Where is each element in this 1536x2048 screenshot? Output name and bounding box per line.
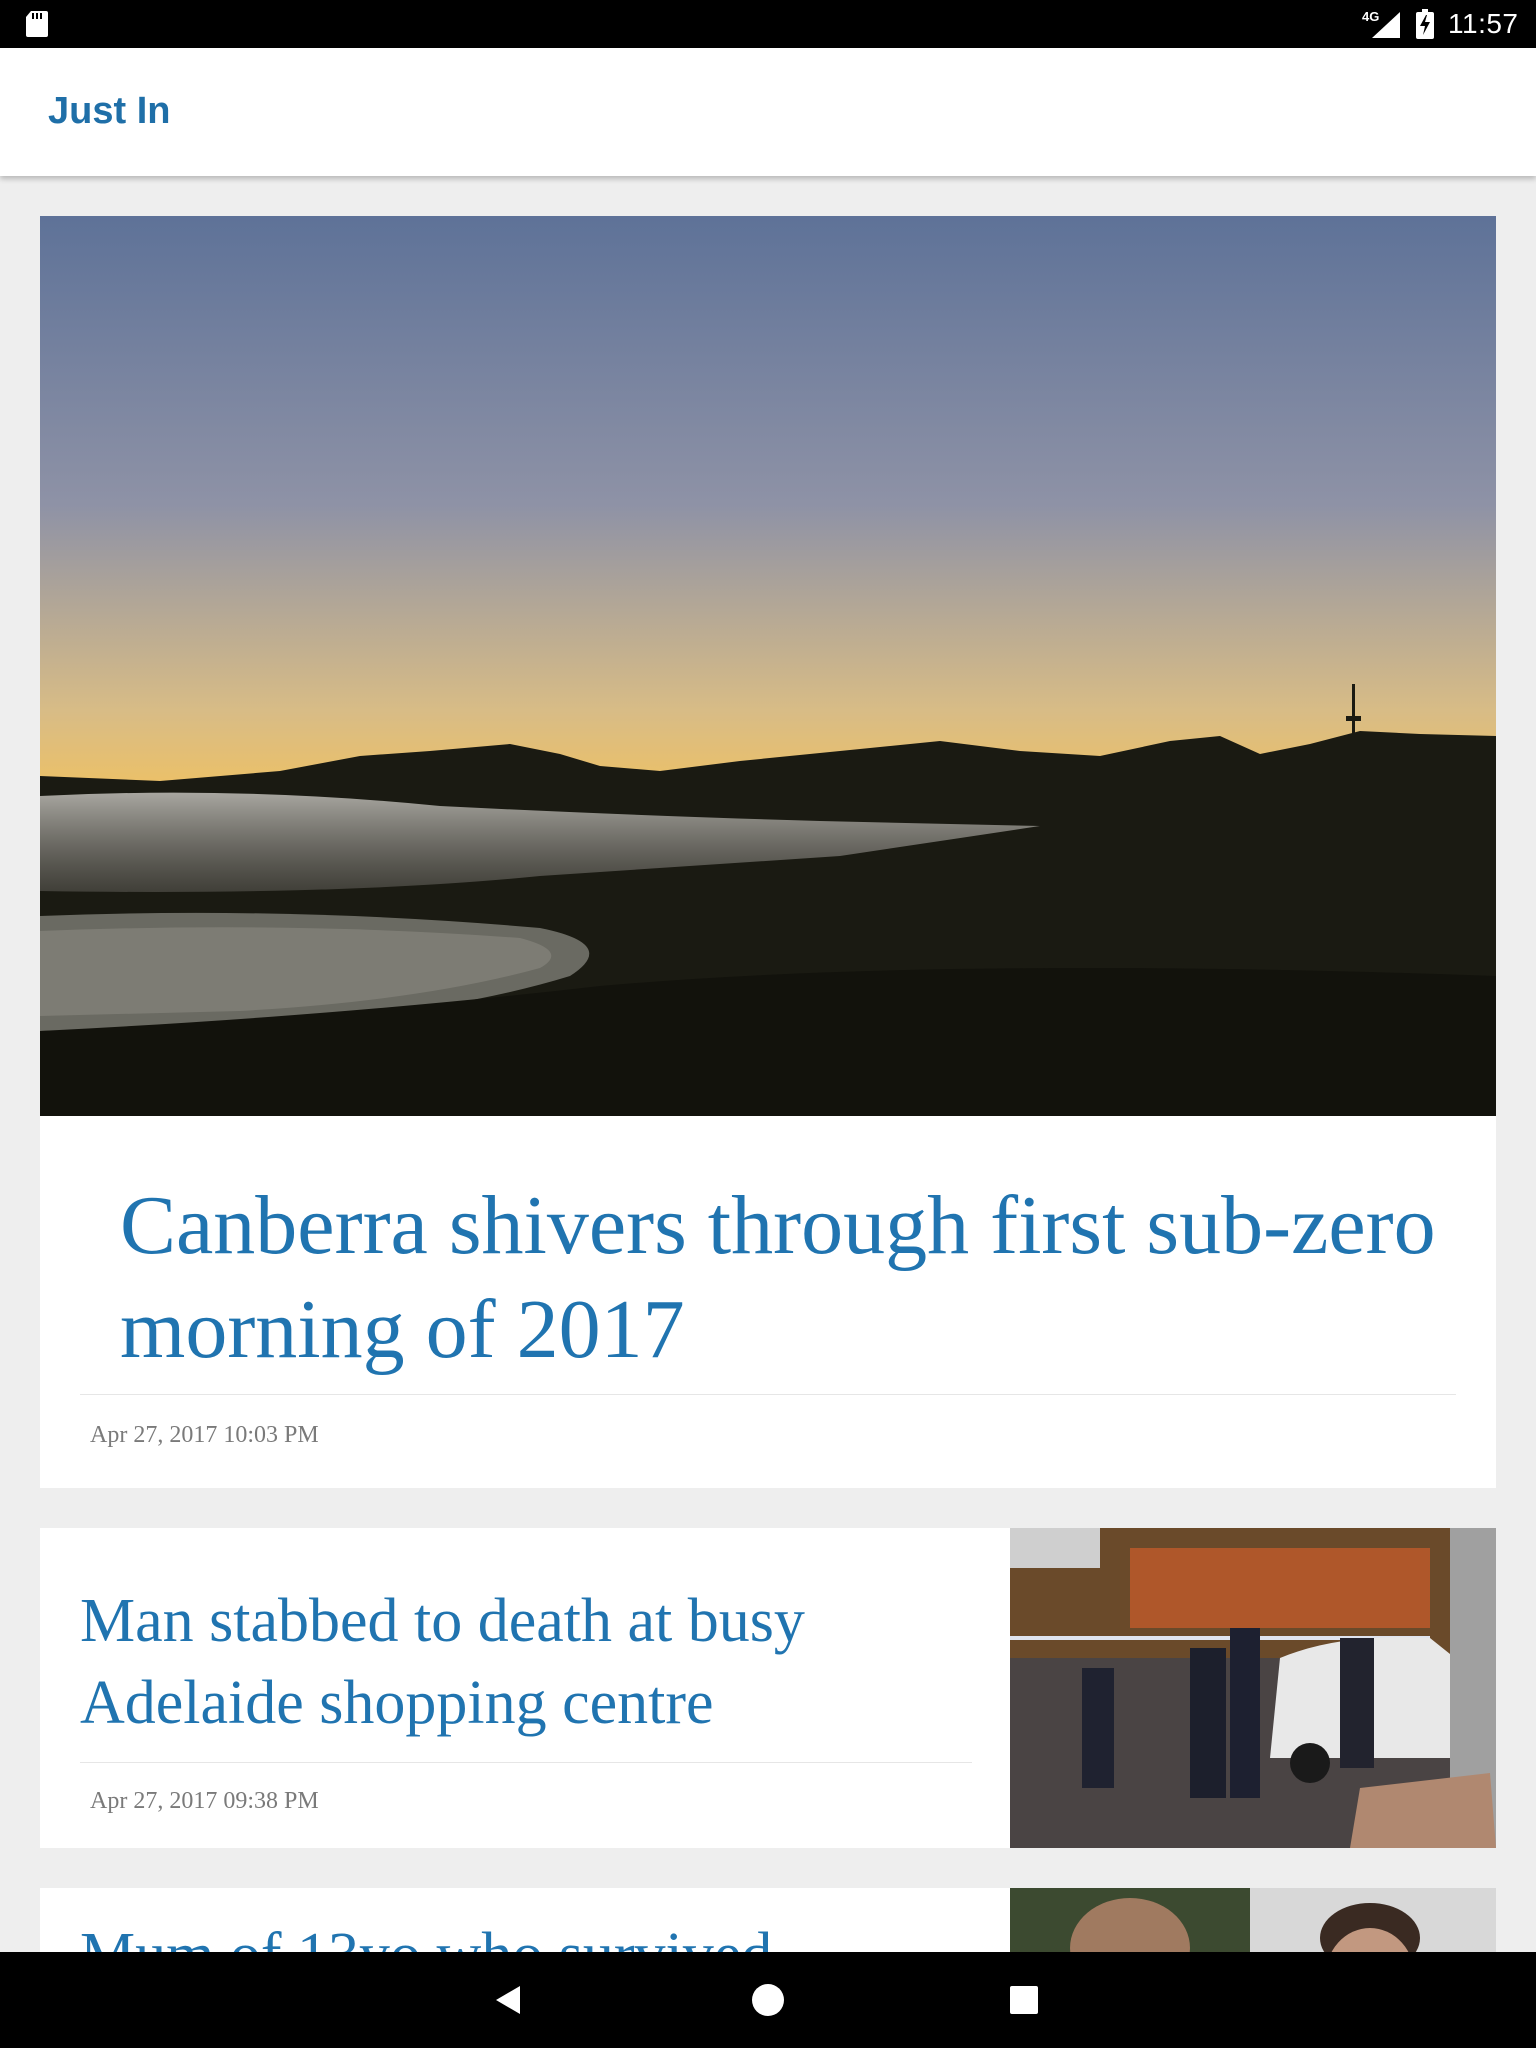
- navigation-bar: [0, 1952, 1536, 2048]
- lead-story-image: [40, 216, 1496, 1116]
- status-bar: 4G 11:57: [0, 0, 1536, 48]
- lead-story-card[interactable]: Canberra shivers through first sub-zero …: [40, 216, 1496, 1488]
- sd-card-icon: [26, 11, 48, 37]
- page-title: Just In: [48, 90, 171, 132]
- divider: [80, 1394, 1456, 1395]
- story-card[interactable]: Man stabbed to death at busy Adelaide sh…: [40, 1528, 1496, 1848]
- divider: [80, 1762, 972, 1763]
- back-icon[interactable]: [464, 1952, 560, 2048]
- story-thumbnail-image: [1010, 1528, 1496, 1848]
- home-icon[interactable]: [720, 1952, 816, 2048]
- recents-icon[interactable]: [976, 1952, 1072, 2048]
- story-timestamp: Apr 27, 2017 09:38 PM: [90, 1788, 319, 1814]
- lead-story-timestamp: Apr 27, 2017 10:03 PM: [90, 1422, 319, 1448]
- clock: 11:57: [1448, 8, 1519, 39]
- signal-icon: [1372, 12, 1400, 38]
- story-title[interactable]: Man stabbed to death at busy Adelaide sh…: [80, 1580, 980, 1744]
- app-bar: Just In: [0, 48, 1536, 176]
- lead-story-title[interactable]: Canberra shivers through first sub-zero …: [120, 1174, 1440, 1382]
- battery-charging-icon: [1416, 9, 1434, 39]
